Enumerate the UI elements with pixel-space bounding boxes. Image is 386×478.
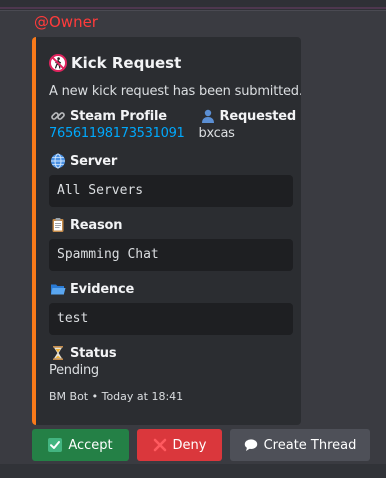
server-value: All Servers — [49, 175, 293, 207]
action-buttons-row: Accept Deny Create Thread — [32, 429, 372, 461]
reason-label-row: Reason — [49, 216, 293, 234]
status-field: Status Pending — [49, 344, 293, 380]
embed-title-row: Kick Request — [49, 51, 293, 75]
steam-profile-field: Steam Profile 76561198173531091 — [49, 107, 185, 143]
reason-label: Reason — [70, 217, 123, 233]
evidence-field: Evidence test — [49, 280, 293, 335]
globe-icon — [49, 152, 67, 170]
bottom-strip — [0, 464, 386, 478]
speech-bubble-icon — [244, 438, 258, 452]
embed-accent-bar — [32, 37, 36, 425]
accept-label: Accept — [68, 437, 113, 453]
requested-by-label-row: Requested By — [199, 107, 301, 125]
server-field: Server All Servers — [49, 152, 293, 207]
create-thread-label: Create Thread — [263, 437, 357, 453]
evidence-label: Evidence — [70, 281, 135, 297]
deny-label: Deny — [172, 437, 207, 453]
reason-value: Spamming Chat — [49, 239, 293, 271]
server-label-row: Server — [49, 152, 293, 170]
no-pedestrians-icon — [49, 54, 67, 72]
steam-profile-label: Steam Profile — [70, 108, 167, 124]
server-label: Server — [70, 153, 118, 169]
status-value: Pending — [49, 363, 99, 378]
requested-by-field: Requested By bxcas — [199, 107, 301, 143]
evidence-label-row: Evidence — [49, 280, 293, 298]
embed-footer: BM Bot • Today at 18:41 — [49, 390, 184, 403]
embed-description: A new kick request has been submitted. — [49, 84, 301, 99]
top-accent-line — [0, 7, 386, 9]
clipboard-icon — [49, 216, 67, 234]
link-icon — [49, 107, 67, 125]
bust-silhouette-icon — [199, 107, 217, 125]
status-label-row: Status — [49, 344, 293, 362]
steam-profile-label-row: Steam Profile — [49, 107, 185, 125]
reason-field: Reason Spamming Chat — [49, 216, 293, 271]
embed-title: Kick Request — [71, 54, 182, 72]
steam-profile-link[interactable]: 76561198173531091 — [49, 125, 185, 143]
requested-by-label: Requested By — [219, 108, 301, 124]
evidence-value: test — [49, 303, 293, 335]
owner-mention[interactable]: @Owner — [32, 12, 100, 32]
check-mark-icon — [48, 438, 63, 452]
top-divider — [0, 0, 386, 11]
deny-button[interactable]: Deny — [137, 429, 222, 461]
requested-by-value: bxcas — [198, 126, 235, 141]
open-folder-icon — [49, 280, 67, 298]
status-label: Status — [70, 345, 117, 361]
embed-content: Kick Request A new kick request has been… — [49, 51, 301, 403]
accept-button[interactable]: Accept — [32, 429, 129, 461]
create-thread-button[interactable]: Create Thread — [230, 429, 370, 461]
hourglass-icon — [49, 344, 67, 362]
cross-mark-icon — [153, 438, 167, 452]
inline-fields-row: Steam Profile 76561198173531091 Requeste… — [49, 107, 301, 143]
kick-request-embed: Kick Request A new kick request has been… — [32, 37, 301, 425]
